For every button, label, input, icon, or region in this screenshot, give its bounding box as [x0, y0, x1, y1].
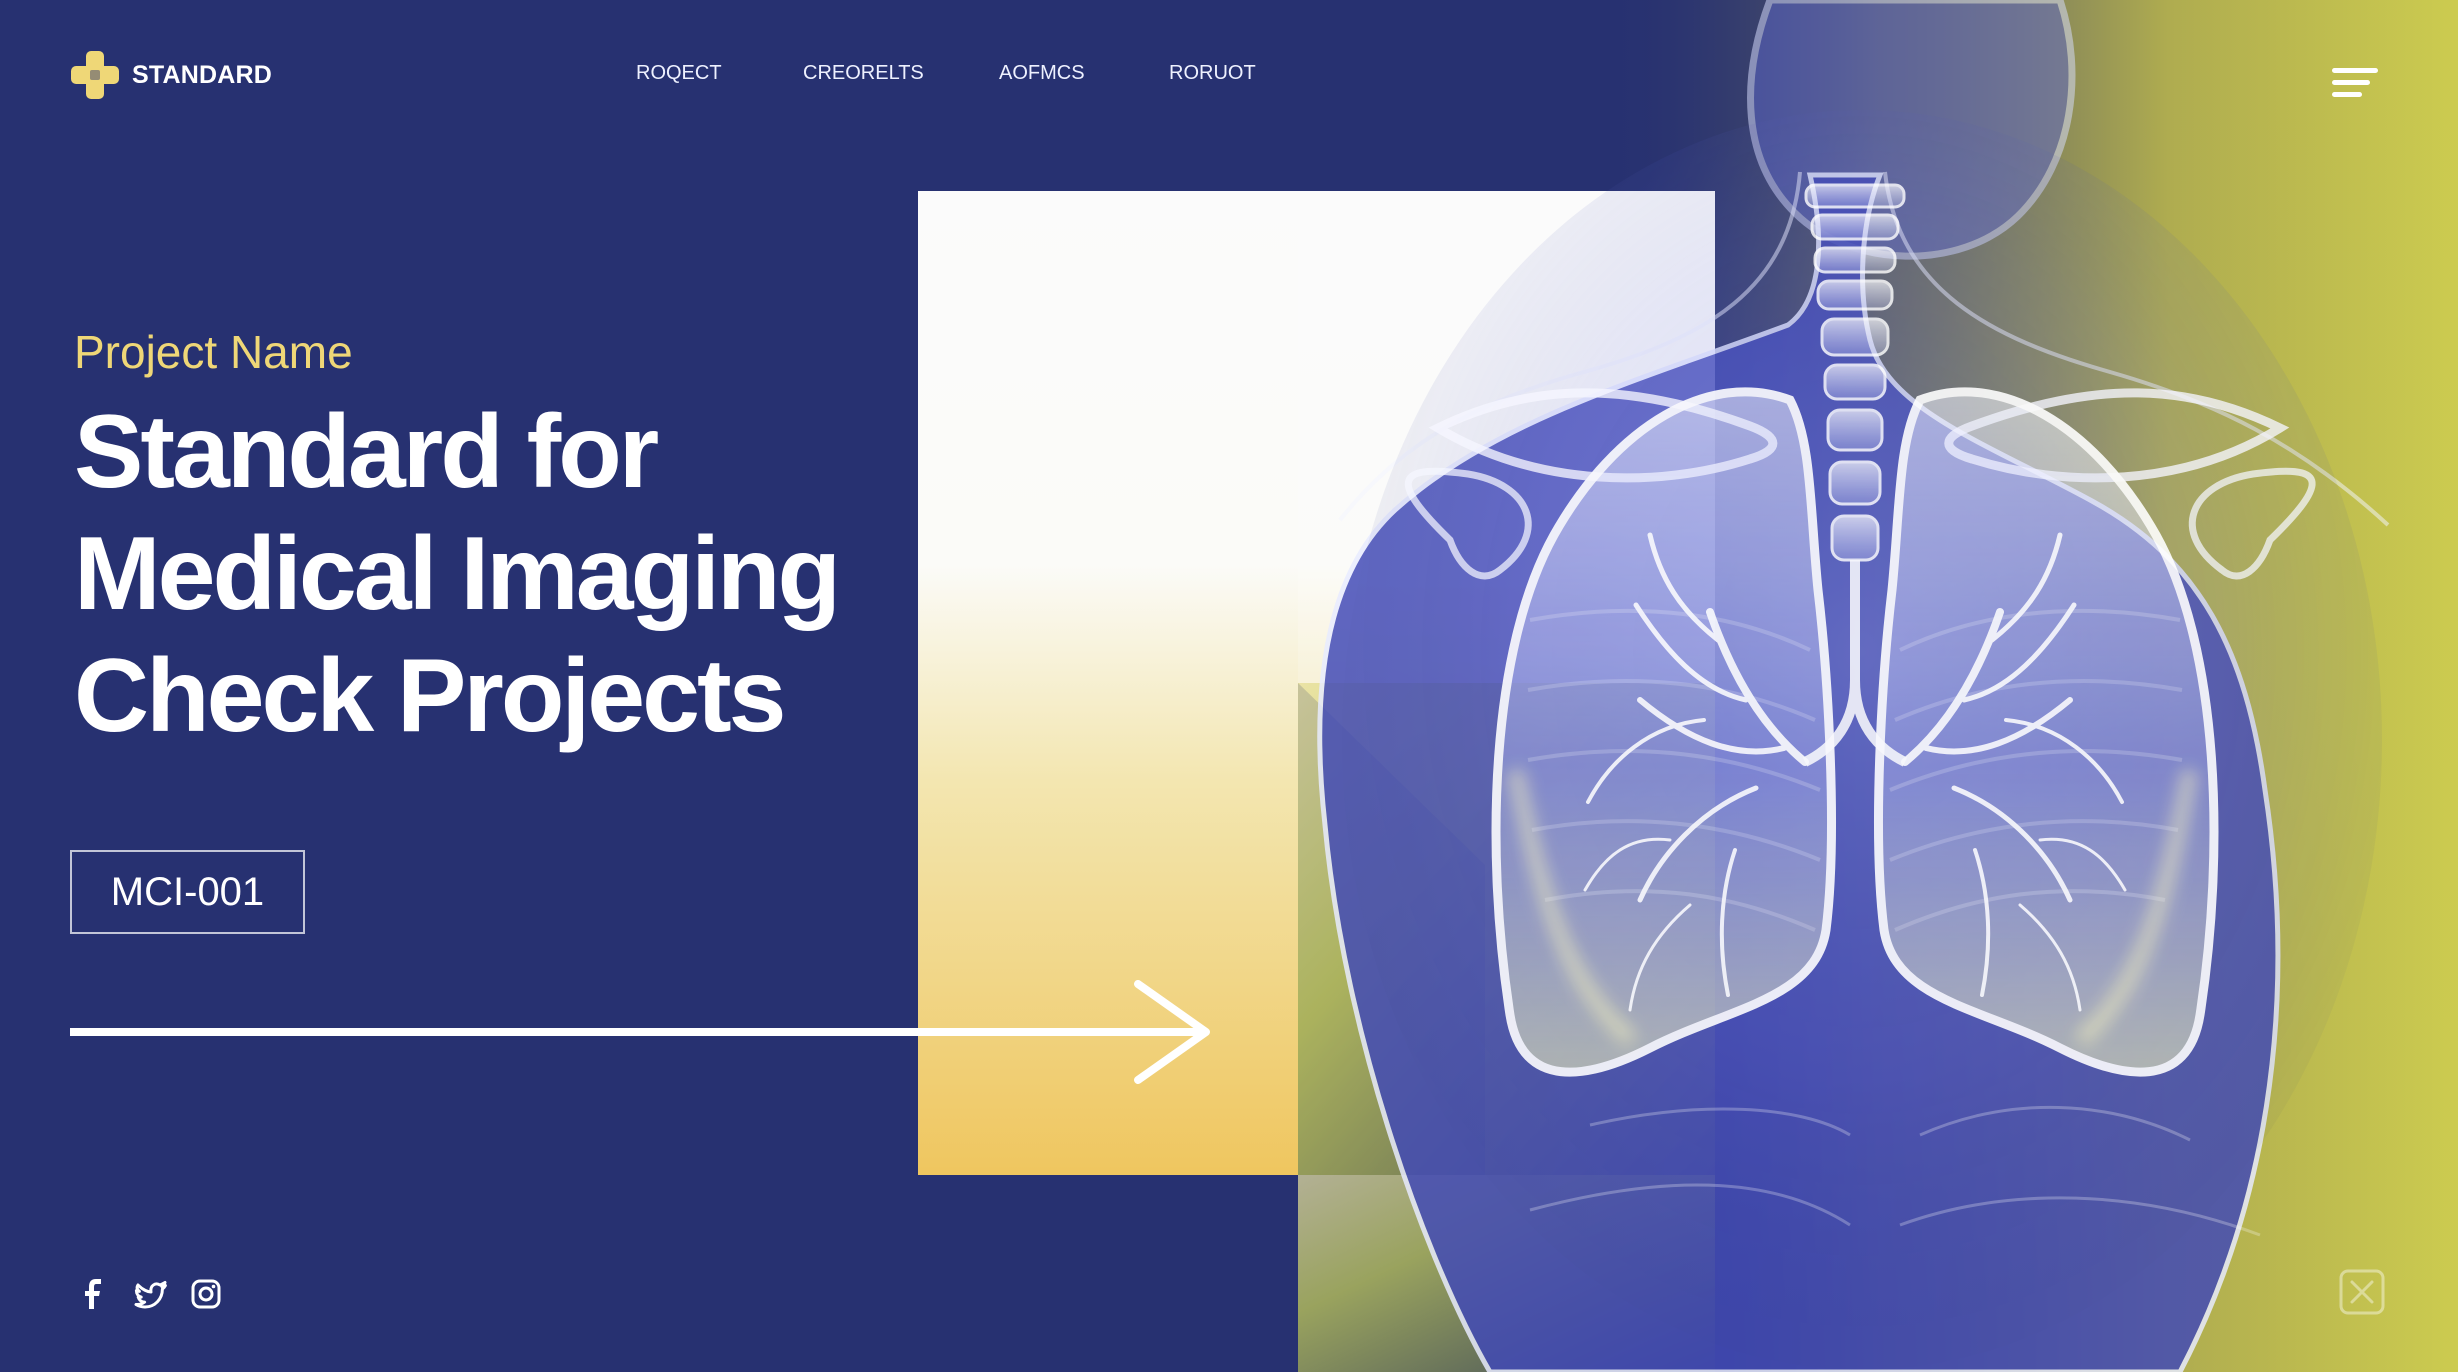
hamburger-menu-button[interactable]: [2328, 60, 2392, 104]
standard-home-link[interactable]: STANDARD: [68, 48, 272, 102]
nav-link-roruot[interactable]: RORUOT: [1169, 57, 1256, 89]
project-code-badge: MCI-001: [70, 850, 305, 934]
page-title: Standard for Medical Imaging Check Proje…: [74, 391, 974, 757]
nav-link-creorelts[interactable]: CREORELTS: [803, 57, 924, 89]
nav-link-roqect[interactable]: ROQECT: [636, 57, 722, 89]
page-title-line-3: Check Projects: [74, 637, 786, 754]
medical-imaging-landing-page: STANDARD ROQECT CREORELTS AOFMCS RORUOT …: [0, 0, 2458, 1372]
nav-link-aofmcs[interactable]: AOFMCS: [999, 57, 1085, 89]
facebook-icon: [85, 1279, 101, 1309]
instagram-icon: [191, 1279, 221, 1309]
close-square-icon: [2339, 1269, 2385, 1315]
long-right-arrow-icon[interactable]: [70, 976, 1218, 1088]
page-title-line-2: Medical Imaging: [74, 515, 841, 632]
hero-copy: Project Name Standard for Medical Imagin…: [74, 326, 974, 757]
brand-name: STANDARD: [132, 60, 273, 89]
instagram-link[interactable]: [188, 1276, 224, 1312]
twitter-bird-icon: [134, 1281, 167, 1309]
project-name-label: Project Name: [74, 326, 353, 378]
social-links: [76, 1276, 224, 1316]
medical-cross-logo-icon: [71, 51, 119, 99]
top-navigation-bar: STANDARD ROQECT CREORELTS AOFMCS RORUOT: [0, 0, 2458, 150]
twitter-link[interactable]: [132, 1276, 168, 1312]
page-title-line-1: Standard for: [74, 393, 659, 510]
facebook-link[interactable]: [76, 1276, 112, 1312]
hamburger-menu-icon: [2332, 68, 2378, 97]
close-button[interactable]: [2336, 1266, 2388, 1318]
